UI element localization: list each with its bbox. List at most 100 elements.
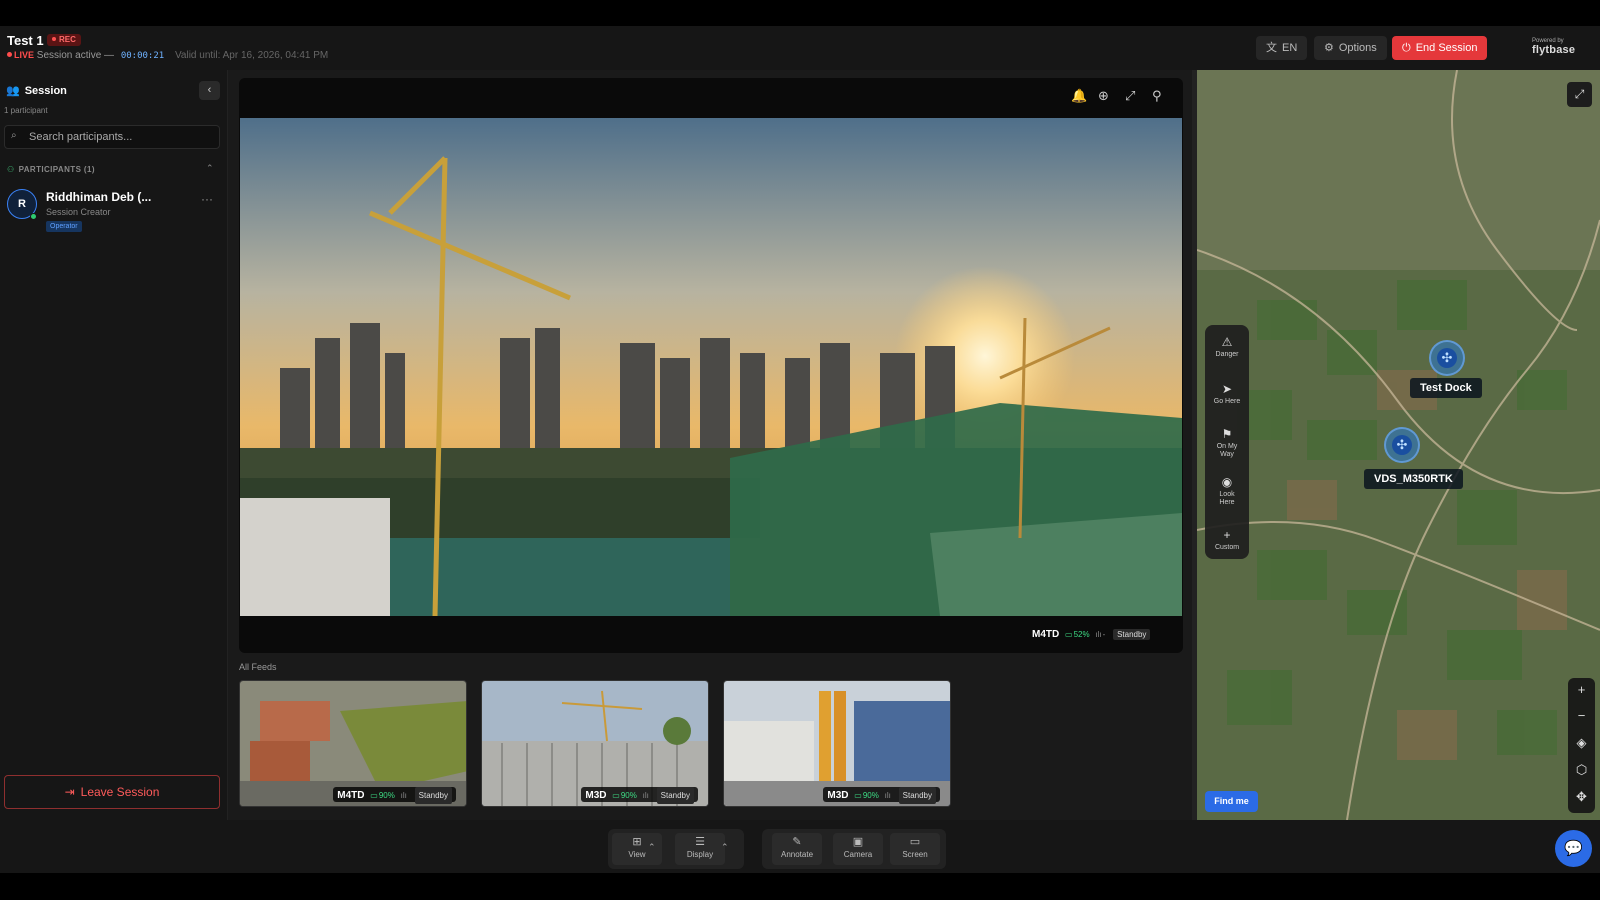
users-icon: 👥 (6, 85, 20, 97)
participant-count: 1 participant (4, 106, 48, 115)
display-chevron-up-icon[interactable]: ⌃ (721, 842, 729, 853)
danger-tool[interactable]: ⚠ Danger (1205, 335, 1249, 359)
main-feed-state: Standby (1113, 629, 1151, 640)
session-status-line: LIVE Session active — 00:00:21 Valid unt… (7, 50, 328, 61)
view-chevron-up-icon[interactable]: ⌃ (648, 842, 656, 853)
look-here-label: Look Here (1219, 491, 1235, 506)
drone-icon: ✣ (1437, 348, 1457, 368)
power-icon: ⏻ (1402, 42, 1411, 54)
more-options-icon[interactable]: ··· (201, 192, 213, 206)
rec-badge: REC (47, 34, 81, 46)
dock-marker[interactable]: ✣ (1429, 340, 1465, 376)
feed-thumbnail-1[interactable]: M4TD ▭90% ılı Standby (239, 680, 467, 807)
drone-marker-label: VDS_M350RTK (1364, 469, 1463, 489)
display-label: Display (686, 850, 714, 859)
options-button[interactable]: ⚙ Options (1314, 36, 1387, 60)
dock-marker-label: Test Dock (1410, 378, 1482, 398)
online-status-icon (30, 213, 37, 220)
drone-icon: ✣ (1392, 435, 1412, 455)
search-participants-input[interactable] (4, 125, 220, 149)
valid-until-text: Valid until: Apr 16, 2026, 04:41 PM (174, 50, 329, 61)
green-tarp (390, 538, 730, 616)
on-my-way-tool[interactable]: ⚑ On My Way (1205, 427, 1249, 459)
map-expand-icon[interactable]: ⤢ (1567, 82, 1592, 107)
battery-icon: ▭ (370, 791, 378, 800)
footsteps-icon: ⚑ (1221, 427, 1233, 441)
chevron-up-icon[interactable]: ⌃ (206, 163, 214, 174)
participant-role: Session Creator (46, 207, 111, 217)
brand-logo: flytbase (1532, 44, 1576, 56)
leave-session-label: Leave Session (80, 785, 160, 799)
operator-badge: Operator (46, 221, 82, 232)
display-button[interactable]: ☰ Display (675, 833, 725, 865)
signal-icon: ılı (1095, 630, 1102, 639)
plus-icon: + (1223, 528, 1231, 542)
top-header: Test 1 REC LIVE Session active — 00:00:2… (0, 26, 1600, 70)
options-label: Options (1338, 42, 1377, 54)
feed-3-drone: M3D (827, 790, 849, 801)
zoom-in-icon[interactable]: + (1568, 682, 1595, 697)
white-building (240, 498, 390, 616)
eye-icon: ◉ (1221, 475, 1233, 489)
chat-button[interactable]: 💬 (1555, 830, 1592, 867)
feed-thumbnail-3[interactable]: M3D ▭90% ılı Standby (723, 680, 951, 807)
language-label: EN (1282, 42, 1298, 54)
session-sidebar: 👥 Session ‹ 1 participant ⌕ ⚇PARTICIPANTS… (0, 70, 228, 873)
main-feed-drone: M4TD (1032, 629, 1060, 640)
leave-session-button[interactable]: ⇥ Leave Session (4, 775, 220, 809)
chevron-left-icon: ‹ (207, 84, 212, 96)
user-icon: ⚇ (7, 165, 15, 174)
collapse-sidebar-button[interactable]: ‹ (199, 81, 220, 100)
camera-icon: ▣ (852, 836, 864, 848)
language-button[interactable]: 文 EN (1256, 36, 1308, 60)
navigation-icon: ➤ (1221, 382, 1233, 396)
pencil-icon: ✎ (792, 836, 802, 848)
participant-name: Riddhiman Deb (... (46, 190, 152, 204)
look-here-tool[interactable]: ◉ Look Here (1205, 475, 1249, 507)
annotate-button[interactable]: ✎ Annotate (772, 833, 822, 865)
map-tools-panel: ⚠ Danger ➤ Go Here ⚑ On My Way ◉ Look Here +… (1205, 325, 1249, 559)
signal-icon: ılı (400, 791, 407, 800)
main-video-feed[interactable] (240, 118, 1182, 616)
feed-thumbnail-2[interactable]: M3D ▭90% ılı Standby (481, 680, 709, 807)
find-me-button[interactable]: Find me (1205, 791, 1258, 812)
feed-2-drone: M3D (585, 790, 607, 801)
warning-icon: ⚠ (1221, 335, 1233, 349)
feed-2-battery: 90% (620, 791, 637, 800)
live-label: LIVE (14, 50, 35, 60)
participants-header[interactable]: ⚇ PARTICIPANTS (1) (7, 165, 95, 174)
main-feed-battery: 52% (1073, 630, 1090, 639)
sliders-icon: ☰ (695, 836, 705, 848)
signal-icon: ılı (642, 791, 649, 800)
pin-icon[interactable]: ⚲ (1152, 88, 1162, 104)
on-my-way-label: On My Way (1216, 443, 1238, 458)
end-session-button[interactable]: ⏻ End Session (1392, 36, 1488, 60)
go-here-tool[interactable]: ➤ Go Here (1205, 382, 1249, 406)
map-controls: + − ◈ ⬡ ✥ (1568, 678, 1595, 813)
fullscreen-icon[interactable]: ⤢ (1125, 88, 1135, 104)
drone-marker[interactable]: ✣ (1384, 427, 1420, 463)
annotate-label: Annotate (780, 850, 814, 859)
notification-bell-icon[interactable]: 🔔 (1071, 88, 1087, 104)
app-root: Test 1 REC LIVE Session active — 00:00:2… (0, 0, 1600, 900)
feed-1-status: M4TD ▭90% ılı Standby (333, 787, 456, 804)
feed-2-status: M3D ▭90% ılı Standby (581, 787, 698, 804)
rec-dot-icon (52, 36, 56, 41)
crosshair-icon[interactable]: ⊕ (1098, 88, 1109, 104)
camera-button[interactable]: ▣ Camera (833, 833, 883, 865)
screen-button[interactable]: ▭ Screen (890, 833, 940, 865)
go-here-label: Go Here (1213, 398, 1241, 405)
screen-label: Screen (902, 850, 928, 859)
recenter-icon[interactable]: ✥ (1568, 789, 1595, 805)
sidebar-title-label: Session (24, 85, 67, 97)
main-feed-status: M4TD ▭52% ılı- Standby (1032, 629, 1151, 643)
feed-3-battery: 90% (862, 791, 879, 800)
rec-label: REC (59, 35, 76, 44)
signal-icon: ılı (884, 791, 891, 800)
battery-icon: ▭ (612, 791, 620, 800)
battery-icon: ▭ (854, 791, 862, 800)
custom-tool[interactable]: + Custom (1205, 528, 1249, 552)
zoom-out-icon[interactable]: − (1568, 708, 1595, 723)
cube-icon[interactable]: ⬡ (1568, 762, 1595, 778)
layers-icon[interactable]: ◈ (1568, 735, 1595, 751)
